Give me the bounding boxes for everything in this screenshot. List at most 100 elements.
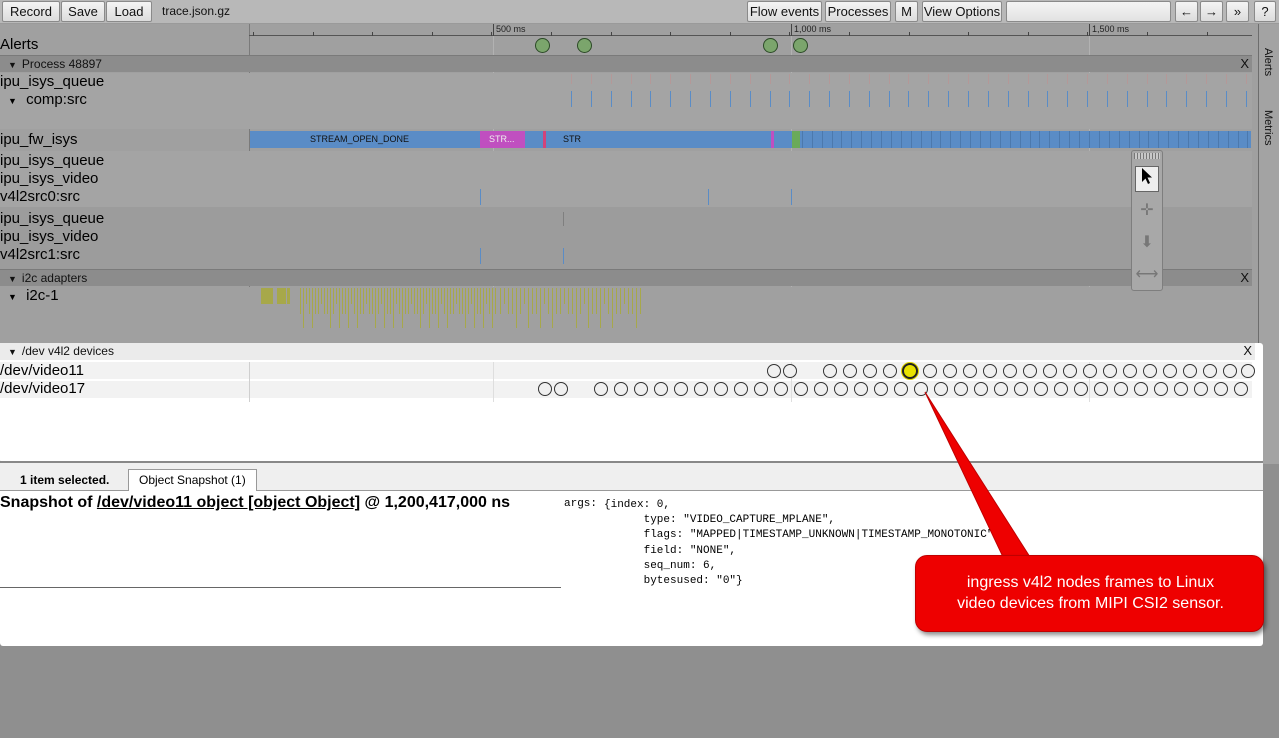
i2c-event-tick[interactable]: [283, 288, 286, 304]
snapshot-marker[interactable]: [1103, 364, 1117, 378]
event-tick[interactable]: [849, 74, 850, 84]
i2c-event-tick[interactable]: [348, 288, 349, 328]
event-tick[interactable]: [1087, 74, 1088, 84]
i2c-event-tick[interactable]: [399, 288, 400, 314]
i2c-event-tick[interactable]: [508, 288, 509, 314]
slice-segment[interactable]: [822, 131, 823, 148]
zoom-tool-icon[interactable]: ⬇: [1135, 230, 1159, 256]
i2c-event-tick[interactable]: [417, 288, 418, 314]
process-group-header[interactable]: ▼ Process 48897 X: [0, 55, 1252, 72]
find-next-button[interactable]: →: [1200, 1, 1223, 22]
i2c-event-tick[interactable]: [408, 288, 409, 314]
event-tick[interactable]: [809, 74, 810, 84]
slice-segment[interactable]: [1119, 131, 1120, 148]
i2c-event-tick[interactable]: [588, 288, 589, 328]
i2c-group-header[interactable]: ▼ i2c adapters X: [0, 269, 1252, 286]
event-tick[interactable]: [809, 91, 810, 107]
snapshot-marker[interactable]: [894, 382, 908, 396]
i2c-event-tick[interactable]: [459, 288, 460, 314]
i2c-event-tick[interactable]: [429, 288, 430, 328]
event-tick[interactable]: [563, 248, 564, 264]
snapshot-marker[interactable]: [1203, 364, 1217, 378]
slice-segment[interactable]: [911, 131, 912, 148]
i2c-event-tick[interactable]: [512, 288, 513, 314]
snapshot-marker[interactable]: [1034, 382, 1048, 396]
i2c-event-tick[interactable]: [321, 288, 322, 304]
i2c-event-tick[interactable]: [462, 288, 463, 314]
snapshot-marker[interactable]: [1123, 364, 1137, 378]
i2c-event-tick[interactable]: [423, 288, 424, 314]
event-tick[interactable]: [1147, 74, 1148, 84]
i2c-event-tick[interactable]: [336, 288, 337, 304]
event-tick[interactable]: [789, 74, 790, 84]
event-tick[interactable]: [889, 91, 890, 107]
collapse-caret-icon[interactable]: ▼: [8, 96, 17, 106]
event-tick[interactable]: [1246, 74, 1247, 84]
i2c-event-tick[interactable]: [354, 288, 355, 314]
i2c-event-tick[interactable]: [504, 288, 505, 304]
event-tick[interactable]: [1147, 91, 1148, 107]
i2c-event-tick[interactable]: [456, 288, 457, 304]
i2c-event-tick[interactable]: [318, 288, 319, 314]
event-tick[interactable]: [650, 74, 651, 84]
i2c-event-tick[interactable]: [360, 288, 361, 314]
i2c-event-tick[interactable]: [453, 288, 454, 314]
snapshot-marker[interactable]: [1054, 382, 1068, 396]
snapshot-marker[interactable]: [1194, 382, 1208, 396]
snapshot-marker[interactable]: [863, 364, 877, 378]
i2c-event-tick[interactable]: [381, 288, 382, 304]
event-tick[interactable]: [480, 248, 481, 264]
slice-segment[interactable]: [1039, 131, 1040, 148]
event-tick[interactable]: [710, 91, 711, 107]
snapshot-marker[interactable]: [934, 382, 948, 396]
snapshot-marker[interactable]: [854, 382, 868, 396]
collapse-caret-icon[interactable]: ▼: [8, 292, 17, 302]
i2c-event-tick[interactable]: [333, 288, 334, 314]
snapshot-marker[interactable]: [1094, 382, 1108, 396]
i2c-event-tick[interactable]: [524, 288, 525, 304]
i2c-event-tick[interactable]: [327, 288, 328, 314]
i2c-event-tick[interactable]: [564, 288, 565, 304]
snapshot-marker[interactable]: [1063, 364, 1077, 378]
event-tick[interactable]: [611, 91, 612, 107]
event-tick[interactable]: [988, 74, 989, 84]
event-tick[interactable]: [710, 74, 711, 84]
slice-segment[interactable]: [1168, 131, 1169, 148]
i2c-event-tick[interactable]: [471, 288, 472, 304]
event-tick[interactable]: [730, 74, 731, 84]
slice-segment[interactable]: [1109, 131, 1110, 148]
i2c-event-tick[interactable]: [600, 288, 601, 328]
search-input[interactable]: [1006, 1, 1171, 22]
i2c-event-tick[interactable]: [450, 288, 451, 314]
event-tick[interactable]: [571, 91, 572, 107]
i2c-event-tick[interactable]: [576, 288, 577, 328]
event-tick[interactable]: [1047, 91, 1048, 107]
snapshot-marker[interactable]: [674, 382, 688, 396]
event-tick[interactable]: [650, 91, 651, 107]
i2c-event-tick[interactable]: [315, 288, 316, 314]
snapshot-marker[interactable]: [834, 382, 848, 396]
i2c-event-tick[interactable]: [520, 288, 521, 314]
slice-segment[interactable]: [1059, 131, 1060, 148]
i2c-event-tick[interactable]: [300, 288, 301, 314]
event-tick[interactable]: [611, 74, 612, 84]
slice-segment[interactable]: [1218, 131, 1219, 148]
slice-segment[interactable]: [1000, 131, 1001, 148]
metadata-button[interactable]: M: [895, 1, 918, 22]
event-tick[interactable]: [1127, 74, 1128, 84]
i2c-event-tick[interactable]: [492, 288, 493, 328]
i2c-event-tick[interactable]: [465, 288, 466, 328]
i2c-event-tick[interactable]: [608, 288, 609, 314]
i2c-event-tick[interactable]: [572, 288, 573, 314]
slice-segment[interactable]: [980, 131, 981, 148]
snapshot-marker[interactable]: [914, 382, 928, 396]
collapse-caret-icon[interactable]: ▼: [8, 274, 17, 284]
event-tick[interactable]: [1186, 91, 1187, 107]
snapshot-marker[interactable]: [1143, 364, 1157, 378]
i2c-event-tick[interactable]: [287, 288, 290, 304]
i2c-event-tick[interactable]: [592, 288, 593, 314]
snapshot-marker[interactable]: [963, 364, 977, 378]
event-tick[interactable]: [948, 74, 949, 84]
i2c-event-tick[interactable]: [544, 288, 545, 304]
event-tick[interactable]: [791, 189, 792, 205]
